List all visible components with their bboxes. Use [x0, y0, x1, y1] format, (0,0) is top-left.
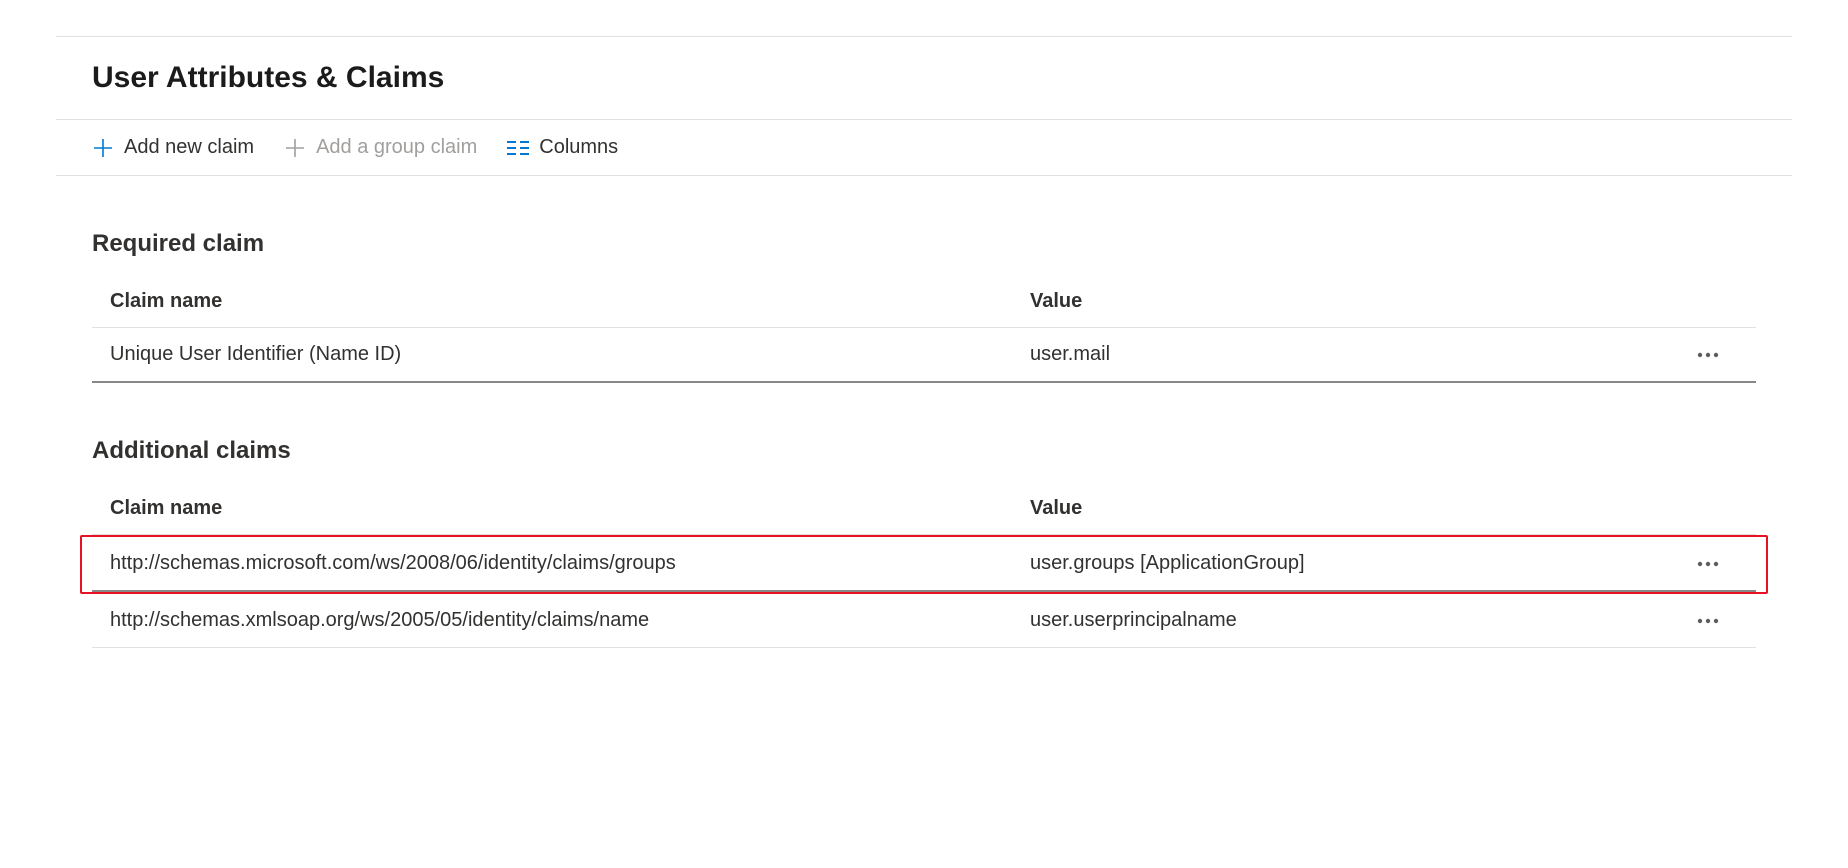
- page-root: User Attributes & Claims Add new claim A…: [0, 36, 1848, 648]
- table-row[interactable]: Unique User Identifier (Name ID) user.ma…: [92, 328, 1756, 383]
- add-new-claim-button[interactable]: Add new claim: [92, 136, 254, 159]
- table-header: Claim name Value: [92, 276, 1756, 328]
- claim-name-cell: http://schemas.microsoft.com/ws/2008/06/…: [110, 552, 1030, 575]
- table-row[interactable]: http://schemas.microsoft.com/ws/2008/06/…: [92, 537, 1756, 592]
- claim-value-cell: user.groups [ApplicationGroup]: [1030, 552, 1678, 575]
- claim-value-cell: user.mail: [1030, 343, 1678, 366]
- plus-icon: [284, 137, 306, 159]
- additional-claims-table: Claim name Value: [92, 483, 1756, 535]
- add-group-claim-button: Add a group claim: [284, 136, 477, 159]
- plus-icon: [92, 137, 114, 159]
- table-header: Claim name Value: [92, 483, 1756, 535]
- column-header-claim-name[interactable]: Claim name: [110, 497, 1030, 520]
- page-title: User Attributes & Claims: [0, 37, 1848, 119]
- column-header-claim-name[interactable]: Claim name: [110, 290, 1030, 313]
- table-row[interactable]: http://schemas.xmlsoap.org/ws/2005/05/id…: [92, 594, 1756, 648]
- row-actions-button[interactable]: [1688, 343, 1728, 367]
- add-group-claim-label: Add a group claim: [316, 136, 477, 159]
- row-actions-button[interactable]: [1688, 552, 1728, 576]
- add-new-claim-label: Add new claim: [124, 136, 254, 159]
- highlighted-row-box: http://schemas.microsoft.com/ws/2008/06/…: [80, 535, 1768, 594]
- columns-label: Columns: [539, 136, 618, 159]
- claim-value-cell: user.userprincipalname: [1030, 609, 1678, 632]
- toolbar: Add new claim Add a group claim: [0, 120, 1848, 175]
- columns-button[interactable]: Columns: [507, 136, 618, 159]
- required-claim-table: Claim name Value Unique User Identifier …: [92, 276, 1756, 383]
- additional-claims-section-title: Additional claims: [0, 383, 1848, 483]
- claim-name-cell: http://schemas.xmlsoap.org/ws/2005/05/id…: [110, 609, 1030, 632]
- row-actions-button[interactable]: [1688, 609, 1728, 633]
- required-claim-section-title: Required claim: [0, 176, 1848, 276]
- column-header-value[interactable]: Value: [1030, 497, 1678, 520]
- columns-icon: [507, 137, 529, 159]
- additional-claims-table-cont: http://schemas.xmlsoap.org/ws/2005/05/id…: [92, 594, 1756, 648]
- claim-name-cell: Unique User Identifier (Name ID): [110, 343, 1030, 366]
- column-header-value[interactable]: Value: [1030, 290, 1678, 313]
